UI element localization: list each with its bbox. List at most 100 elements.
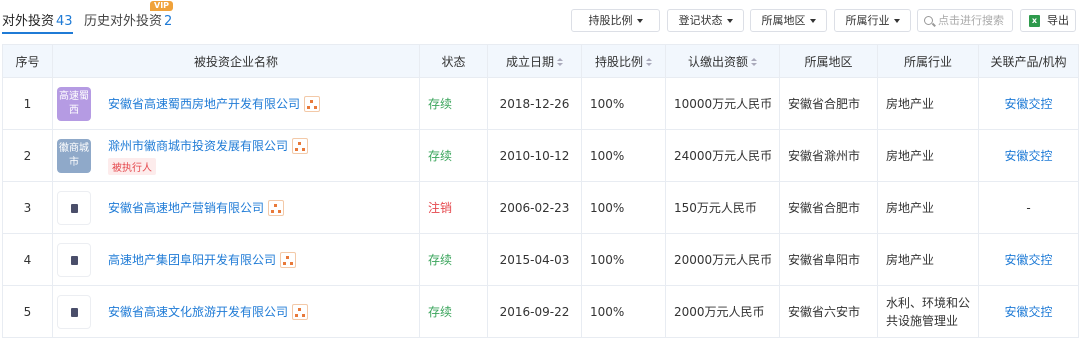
company-cell: 徽商城市 滁州市徽商城市投资发展有限公司 被执行人 [52,129,420,182]
sort-icon[interactable] [751,57,757,67]
row-index: 2 [2,129,53,182]
status-badge: 存续 [419,285,488,338]
col-header-date[interactable]: 成立日期 [487,44,582,78]
table-row: 1 高速蜀西 安徽省高速蜀西房地产开发有限公司 存续 2018-12-26 10… [2,77,1079,130]
vip-badge: VIP [150,1,174,11]
sort-icon[interactable] [557,57,563,67]
established-date: 2010-10-12 [487,129,582,182]
row-index: 4 [2,233,53,286]
table-row: 5 安徽省高速文化旅游开发有限公司 存续 2016-09-22 100% 200… [2,285,1079,338]
tab-count: 43 [56,14,73,29]
related-org-link[interactable]: 安徽交控 [978,233,1079,286]
company-name-link[interactable]: 安徽省高速地产营销有限公司 [108,201,264,215]
col-header-index: 序号 [2,44,53,78]
col-header-ratio[interactable]: 持股比例 [581,44,666,78]
building-icon [70,255,78,265]
company-name-link[interactable]: 滁州市徽商城市投资发展有限公司 [108,139,288,153]
status-badge: 存续 [419,77,488,130]
table-header: 序号 被投资企业名称 状态 成立日期 持股比例 认缴出资额 所属地区 所属行业 … [2,44,1079,78]
caret-down-icon [809,19,816,23]
risk-tag[interactable]: 被执行人 [108,157,156,175]
established-date: 2018-12-26 [487,77,582,130]
subscribed-capital: 2000万元人民币 [665,285,780,338]
established-date: 2015-04-03 [487,233,582,286]
excel-icon: x [1029,15,1040,27]
filter-region[interactable]: 所属地区 [750,9,827,32]
industry: 房地产业 [877,129,979,182]
export-label: 导出 [1047,14,1069,27]
filter-label: 登记状态 [678,14,723,27]
share-ratio: 100% [581,77,666,130]
related-org-link[interactable]: 安徽交控 [978,285,1079,338]
share-ratio: 100% [581,129,666,182]
filter-label: 所属行业 [845,14,890,27]
related-org-link[interactable]: 安徽交控 [978,129,1079,182]
col-header-capital[interactable]: 认缴出资额 [665,44,780,78]
equity-structure-icon[interactable] [292,304,309,320]
filter-industry[interactable]: 所属行业 [834,9,911,32]
company-name-link[interactable]: 高速地产集团阜阳开发有限公司 [108,253,276,267]
search-input[interactable]: 点击进行搜索 [917,9,1013,32]
industry: 水利、环境和公共设施管理业 [877,285,979,338]
status-badge: 存续 [419,233,488,286]
related-org-link[interactable]: 安徽交控 [978,77,1079,130]
building-icon [70,203,78,213]
established-date: 2016-09-22 [487,285,582,338]
table-row: 2 徽商城市 滁州市徽商城市投资发展有限公司 被执行人 存续 2010-10-1… [2,129,1079,182]
region: 安徽省六安市 [779,285,878,338]
toolbar: 对外投资 43 历史对外投资 2 VIP 持股比例 登记状态 所属地区 所属行业 点… [0,0,1080,40]
region: 安徽省滁州市 [779,129,878,182]
company-cell: 高速蜀西 安徽省高速蜀西房地产开发有限公司 [52,77,420,130]
caret-down-icon [893,19,900,23]
filter-shareholding-ratio[interactable]: 持股比例 [571,9,660,32]
region: 安徽省合肥市 [779,77,878,130]
equity-structure-icon[interactable] [268,200,285,216]
tab-label: 历史对外投资 [84,14,163,29]
col-header-industry: 所属行业 [877,44,979,78]
company-logo: 高速蜀西 [57,86,91,121]
company-logo [57,190,91,225]
search-icon [924,16,933,25]
company-logo [57,242,91,277]
subscribed-capital: 10000万元人民币 [665,77,780,130]
subscribed-capital: 24000万元人民币 [665,129,780,182]
company-cell: 安徽省高速地产营销有限公司 [52,181,420,234]
row-index: 3 [2,181,53,234]
tab-history-investment[interactable]: 历史对外投资 2 [84,10,172,29]
equity-structure-icon[interactable] [304,96,321,112]
company-logo [57,294,91,329]
col-header-related: 关联产品/机构 [978,44,1079,78]
industry: 房地产业 [877,181,979,234]
region: 安徽省阜阳市 [779,233,878,286]
subscribed-capital: 150万元人民币 [665,181,780,234]
equity-structure-icon[interactable] [292,137,309,154]
row-index: 5 [2,285,53,338]
status-badge: 存续 [419,129,488,182]
company-name-link[interactable]: 安徽省高速蜀西房地产开发有限公司 [108,97,300,111]
col-header-status: 状态 [419,44,488,78]
export-button[interactable]: x 导出 [1020,9,1076,32]
building-icon [70,307,78,317]
equity-structure-icon[interactable] [280,252,297,268]
investment-table: 序号 被投资企业名称 状态 成立日期 持股比例 认缴出资额 所属地区 所属行业 … [2,44,1079,338]
share-ratio: 100% [581,233,666,286]
share-ratio: 100% [581,181,666,234]
subscribed-capital: 20000万元人民币 [665,233,780,286]
established-date: 2006-02-23 [487,181,582,234]
table-row: 3 安徽省高速地产营销有限公司 注销 2006-02-23 100% 150万元… [2,181,1079,234]
caret-down-icon [636,19,643,23]
filter-registration-status[interactable]: 登记状态 [667,9,744,32]
tab-outbound-investment[interactable]: 对外投资 43 [2,10,73,34]
company-name-link[interactable]: 安徽省高速文化旅游开发有限公司 [108,305,288,319]
row-index: 1 [2,77,53,130]
company-cell: 安徽省高速文化旅游开发有限公司 [52,285,420,338]
col-header-company: 被投资企业名称 [52,44,420,78]
filter-label: 所属地区 [761,14,806,27]
tab-count: 2 [164,14,173,29]
related-org-empty: - [978,181,1079,234]
status-badge: 注销 [419,181,488,234]
sort-icon[interactable] [646,57,652,67]
caret-down-icon [726,19,733,23]
company-logo: 徽商城市 [57,138,91,173]
share-ratio: 100% [581,285,666,338]
